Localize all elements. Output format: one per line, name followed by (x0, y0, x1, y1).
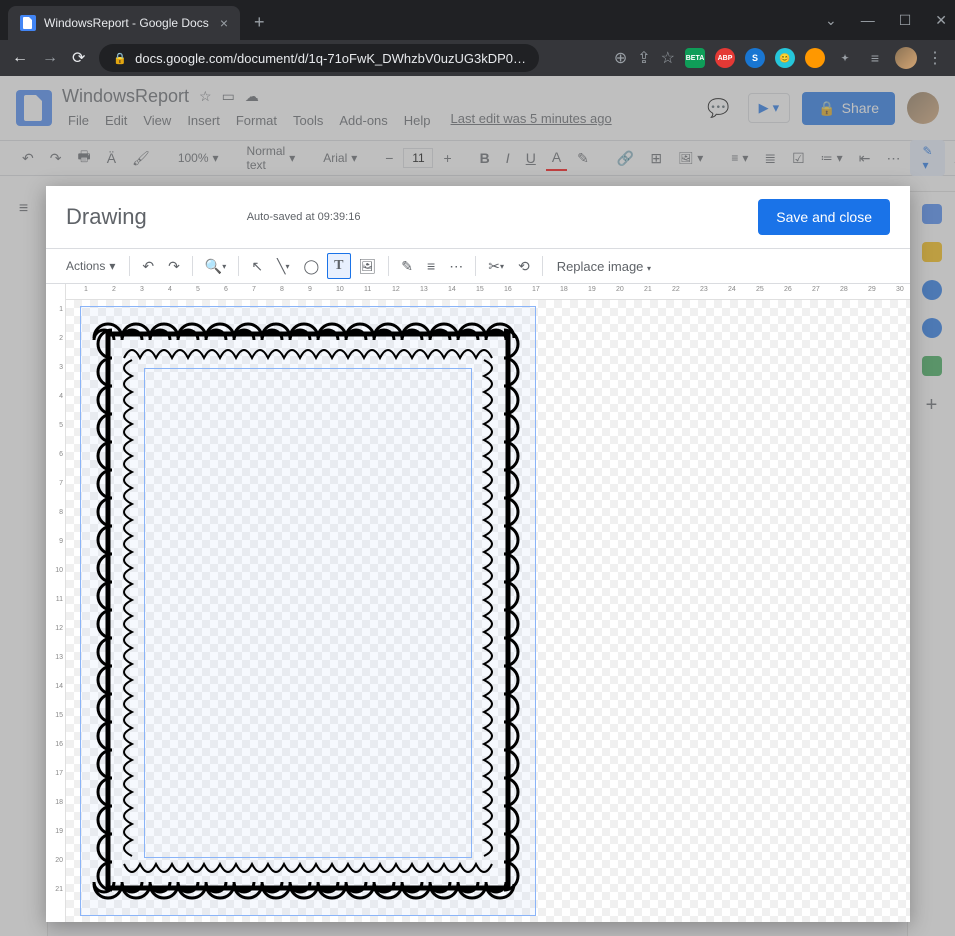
dialog-header: Drawing Auto-saved at 09:39:16 Save and … (46, 186, 910, 248)
browser-menu-icon[interactable]: ⋮ (927, 48, 943, 68)
tab-title: WindowsReport - Google Docs (44, 16, 212, 30)
nav-back-button[interactable]: ← (12, 49, 28, 67)
window-minimize-icon[interactable]: — (861, 12, 875, 29)
actions-menu[interactable]: Actions▾ (58, 255, 123, 277)
ext-abp-icon[interactable]: ABP (715, 48, 735, 68)
zoom-button[interactable]: 🔍▾ (199, 254, 232, 279)
nav-forward-button[interactable]: → (42, 49, 58, 67)
canvas-area: 123456789101112131415161718192021 123456… (46, 284, 910, 922)
window-dropdown-icon[interactable]: ⌄ (825, 12, 837, 29)
window-maximize-icon[interactable]: ☐ (899, 12, 912, 29)
address-bar: ← → ⟳ 🔒 docs.google.com/document/d/1q-71… (0, 40, 955, 76)
reset-image-button[interactable]: ⟲ (512, 254, 536, 279)
browser-profile-avatar[interactable] (895, 47, 917, 69)
ext-s-icon[interactable]: S (745, 48, 765, 68)
redo-button[interactable]: ↷ (162, 254, 186, 279)
ext-beta-icon[interactable]: BETA (685, 48, 705, 68)
browser-tab[interactable]: WindowsReport - Google Docs × (8, 6, 240, 40)
docs-favicon (20, 15, 36, 31)
drawing-toolbar: Actions▾ ↶ ↷ 🔍▾ ↖ ╲▾ ◯ T 🖼 ✎ ≡ ⋯ ✂▾ ⟲ Re… (46, 248, 910, 284)
ext-fox-icon[interactable] (805, 48, 825, 68)
new-tab-button[interactable]: + (254, 12, 265, 33)
drawing-canvas[interactable] (66, 300, 910, 922)
nav-reload-button[interactable]: ⟳ (72, 48, 85, 68)
browser-tab-strip: WindowsReport - Google Docs × + ⌄ — ☐ ✕ (0, 0, 955, 40)
shape-tool[interactable]: ◯ (298, 254, 326, 279)
inner-text-box[interactable] (144, 368, 472, 858)
extension-icons: ⊕ ⇪ ☆ BETA ABP S 😊 ✦ ≡ ⋮ (614, 47, 943, 69)
ext-puzzle-icon[interactable]: ✦ (835, 48, 855, 68)
select-tool[interactable]: ↖ (245, 254, 269, 279)
window-controls: ⌄ — ☐ ✕ (825, 12, 947, 29)
image-tool[interactable]: 🖼 (353, 254, 383, 279)
window-close-icon[interactable]: ✕ (935, 12, 947, 29)
save-and-close-button[interactable]: Save and close (758, 199, 890, 235)
autosave-status: Auto-saved at 09:39:16 (247, 211, 361, 223)
drawing-dialog: Drawing Auto-saved at 09:39:16 Save and … (46, 186, 910, 922)
crop-button[interactable]: ✂▾ (482, 254, 510, 279)
border-weight-button[interactable]: ≡ (421, 254, 441, 278)
border-color-button[interactable]: ✎ (395, 254, 419, 279)
vertical-ruler[interactable]: 123456789101112131415161718192021 (46, 284, 66, 922)
url-input[interactable]: 🔒 docs.google.com/document/d/1q-71oFwK_D… (99, 44, 539, 72)
replace-image-button[interactable]: Replace image ▾ (549, 255, 659, 278)
ext-readlist-icon[interactable]: ≡ (865, 48, 885, 68)
lock-icon: 🔒 (113, 52, 127, 65)
dialog-title: Drawing (66, 204, 147, 230)
border-dash-button[interactable]: ⋯ (443, 254, 469, 279)
line-tool[interactable]: ╲▾ (271, 254, 295, 279)
search-icon[interactable]: ⊕ (614, 48, 627, 68)
ext-robot-icon[interactable]: 😊 (775, 48, 795, 68)
undo-button[interactable]: ↶ (136, 254, 160, 279)
close-tab-icon[interactable]: × (220, 15, 228, 31)
horizontal-ruler[interactable]: 1234567891011121314151617181920212223242… (66, 284, 910, 300)
url-text: docs.google.com/document/d/1q-71oFwK_DWh… (135, 51, 525, 66)
text-box-tool[interactable]: T (327, 253, 350, 279)
share-page-icon[interactable]: ⇪ (637, 48, 650, 68)
bookmark-star-icon[interactable]: ☆ (661, 48, 675, 68)
